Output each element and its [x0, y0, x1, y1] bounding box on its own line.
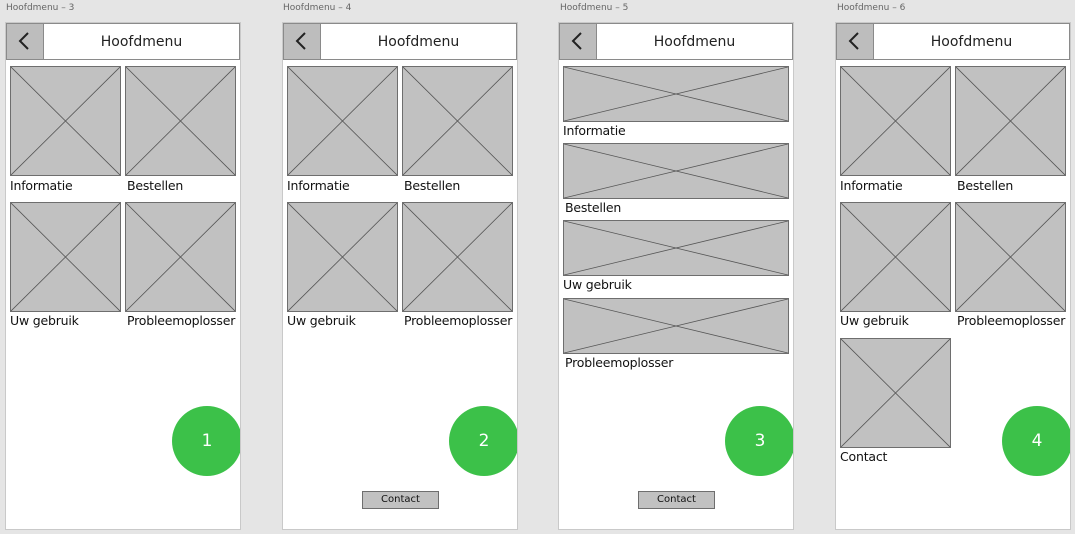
tile-label: Informatie	[563, 123, 626, 138]
tile-label: Probleemoplosser	[127, 313, 236, 328]
tile-label: Bestellen	[404, 178, 461, 193]
tile-label: Probleemoplosser	[957, 313, 1066, 328]
contact-button[interactable]: Contact	[638, 491, 715, 509]
tile-label: Uw gebruik	[10, 313, 79, 328]
image-placeholder-icon	[840, 202, 951, 312]
step-badge: 1	[172, 406, 240, 476]
step-badge: 4	[1002, 406, 1070, 476]
image-placeholder-icon	[125, 66, 236, 176]
tile-label: Uw gebruik	[563, 277, 632, 292]
header: Hoofdmenu	[283, 23, 517, 60]
tile-label: Probleemoplosser	[565, 355, 674, 370]
artboard-label: Hoofdmenu – 4	[283, 3, 352, 13]
page-title: Hoofdmenu	[100, 34, 183, 50]
tile-label: Uw gebruik	[287, 313, 356, 328]
artboard-hoofdmenu-5: Hoofdmenu Informatie Bestellen Uw gebrui…	[558, 22, 794, 530]
tile-label: Informatie	[287, 178, 350, 193]
image-placeholder-icon	[563, 220, 789, 276]
tile-label: Bestellen	[127, 178, 184, 193]
step-badge: 2	[449, 406, 517, 476]
chevron-left-icon	[295, 32, 306, 50]
image-placeholder-icon	[10, 202, 121, 312]
image-placeholder-icon	[840, 338, 951, 448]
page-title: Hoofdmenu	[930, 34, 1013, 50]
chevron-left-icon	[18, 32, 29, 50]
header: Hoofdmenu	[559, 23, 793, 60]
chevron-left-icon	[571, 32, 582, 50]
header: Hoofdmenu	[6, 23, 240, 60]
image-placeholder-icon	[955, 66, 1066, 176]
image-placeholder-icon	[402, 66, 513, 176]
image-placeholder-icon	[955, 202, 1066, 312]
tile-label: Informatie	[10, 178, 73, 193]
artboard-hoofdmenu-3: Hoofdmenu Informatie Bestellen Uw gebrui…	[5, 22, 241, 530]
image-placeholder-icon	[840, 66, 951, 176]
tile-label: Uw gebruik	[840, 313, 909, 328]
artboard-hoofdmenu-6: Hoofdmenu Informatie Bestellen Uw gebrui…	[835, 22, 1071, 530]
image-placeholder-icon	[287, 66, 398, 176]
back-button[interactable]	[284, 24, 321, 59]
page-title: Hoofdmenu	[653, 34, 736, 50]
image-placeholder-icon	[402, 202, 513, 312]
image-placeholder-icon	[563, 298, 789, 354]
page-title: Hoofdmenu	[377, 34, 460, 50]
image-placeholder-icon	[287, 202, 398, 312]
artboard-label: Hoofdmenu – 6	[837, 3, 906, 13]
header: Hoofdmenu	[836, 23, 1070, 60]
chevron-left-icon	[848, 32, 859, 50]
back-button[interactable]	[560, 24, 597, 59]
back-button[interactable]	[7, 24, 44, 59]
tile-label: Probleemoplosser	[404, 313, 513, 328]
image-placeholder-icon	[563, 66, 789, 122]
tile-label: Bestellen	[957, 178, 1014, 193]
step-badge: 3	[725, 406, 793, 476]
back-button[interactable]	[837, 24, 874, 59]
image-placeholder-icon	[10, 66, 121, 176]
tile-label: Bestellen	[565, 200, 622, 215]
tile-label: Contact	[840, 449, 888, 464]
image-placeholder-icon	[563, 143, 789, 199]
contact-button[interactable]: Contact	[362, 491, 439, 509]
artboard-hoofdmenu-4: Hoofdmenu Informatie Bestellen Uw gebrui…	[282, 22, 518, 530]
artboard-label: Hoofdmenu – 5	[560, 3, 629, 13]
image-placeholder-icon	[125, 202, 236, 312]
artboard-label: Hoofdmenu – 3	[6, 3, 75, 13]
tile-label: Informatie	[840, 178, 903, 193]
